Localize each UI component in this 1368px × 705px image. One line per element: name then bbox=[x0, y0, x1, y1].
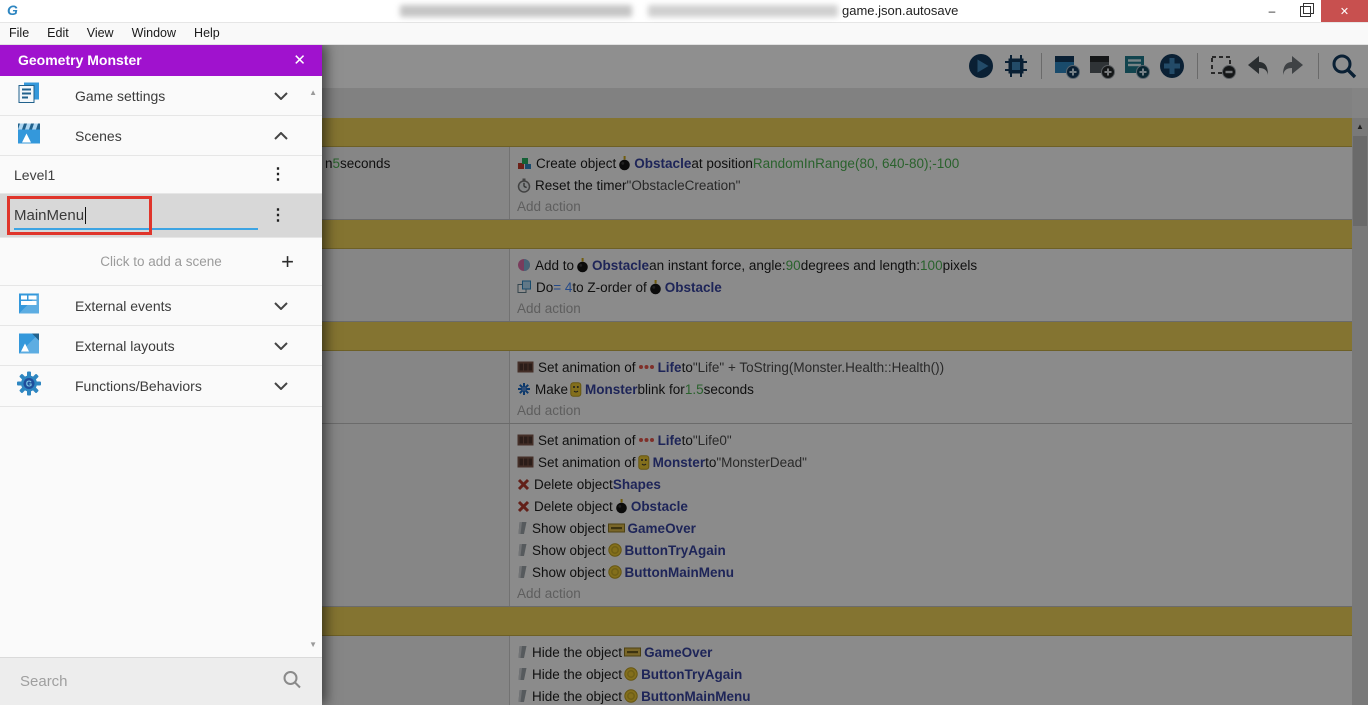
external-events-icon bbox=[16, 290, 42, 321]
kebab-menu-icon[interactable]: ⋮ bbox=[270, 207, 286, 224]
sidebar-item-label: External events bbox=[75, 297, 172, 314]
menu-file[interactable]: File bbox=[0, 23, 38, 44]
blurred-path-segment bbox=[400, 5, 632, 17]
gdevelop-window: G game.json.autosave – ✕ File Edit View … bbox=[0, 0, 1368, 705]
external-layouts-icon bbox=[16, 330, 42, 361]
annotation-highlight-box bbox=[7, 196, 152, 235]
blurred-path-segment bbox=[648, 5, 838, 17]
chevron-down-icon bbox=[274, 337, 288, 355]
sidebar-item-label: Game settings bbox=[75, 87, 166, 104]
sidebar-item-label: Functions/Behaviors bbox=[75, 378, 202, 394]
sidebar-item-external-events[interactable]: External events bbox=[0, 286, 322, 326]
sidebar-item-functions-behaviors[interactable]: G Functions/Behaviors bbox=[0, 366, 322, 407]
chevron-down-icon bbox=[274, 87, 288, 105]
chevron-down-icon bbox=[274, 377, 288, 395]
project-title: Geometry Monster bbox=[18, 52, 142, 68]
chevron-up-icon bbox=[274, 127, 288, 145]
search-icon bbox=[282, 669, 302, 694]
svg-text:G: G bbox=[26, 380, 32, 389]
project-title-header: Geometry Monster ✕ bbox=[0, 44, 322, 76]
drawer-scroll-up-icon[interactable]: ▲ bbox=[309, 88, 317, 97]
game-settings-icon bbox=[16, 80, 42, 111]
add-scene-row[interactable]: Click to add a scene + bbox=[0, 238, 322, 286]
menu-bar: File Edit View Window Help bbox=[0, 23, 1368, 45]
menu-edit[interactable]: Edit bbox=[38, 23, 78, 44]
sidebar-item-scenes[interactable]: Scenes bbox=[0, 116, 322, 156]
menu-window[interactable]: Window bbox=[123, 23, 185, 44]
close-window-button[interactable]: ✕ bbox=[1321, 0, 1368, 22]
drawer-scroll-down-icon[interactable]: ▼ bbox=[309, 640, 317, 649]
project-manager-drawer: Geometry Monster ✕ Game settings Scenes … bbox=[0, 44, 322, 705]
restore-button[interactable] bbox=[1290, 0, 1320, 22]
menu-help[interactable]: Help bbox=[185, 23, 229, 44]
add-scene-label: Click to add a scene bbox=[100, 254, 222, 269]
menu-view[interactable]: View bbox=[78, 23, 123, 44]
search-input[interactable]: Search bbox=[20, 673, 68, 690]
minimize-button[interactable]: – bbox=[1256, 0, 1288, 22]
restore-icon bbox=[1299, 2, 1314, 17]
drawer-search-bar[interactable]: Search bbox=[0, 657, 322, 705]
sidebar-item-external-layouts[interactable]: External layouts bbox=[0, 326, 322, 366]
title-bar: G game.json.autosave – ✕ bbox=[0, 0, 1368, 23]
kebab-menu-icon[interactable]: ⋮ bbox=[270, 166, 286, 183]
close-drawer-button[interactable]: ✕ bbox=[293, 44, 306, 76]
window-title: game.json.autosave bbox=[842, 3, 959, 18]
scene-item-level1[interactable]: Level1 ⋮ bbox=[0, 156, 322, 194]
functions-behaviors-icon: G bbox=[16, 371, 42, 402]
sidebar-item-label: Scenes bbox=[75, 127, 122, 144]
chevron-down-icon bbox=[274, 297, 288, 315]
sidebar-item-game-settings[interactable]: Game settings bbox=[0, 76, 322, 116]
scenes-icon bbox=[16, 120, 42, 151]
sidebar-item-label: External layouts bbox=[75, 337, 175, 354]
scene-name: Level1 bbox=[14, 166, 56, 183]
plus-icon[interactable]: + bbox=[281, 249, 294, 275]
app-logo-icon: G bbox=[7, 2, 18, 18]
